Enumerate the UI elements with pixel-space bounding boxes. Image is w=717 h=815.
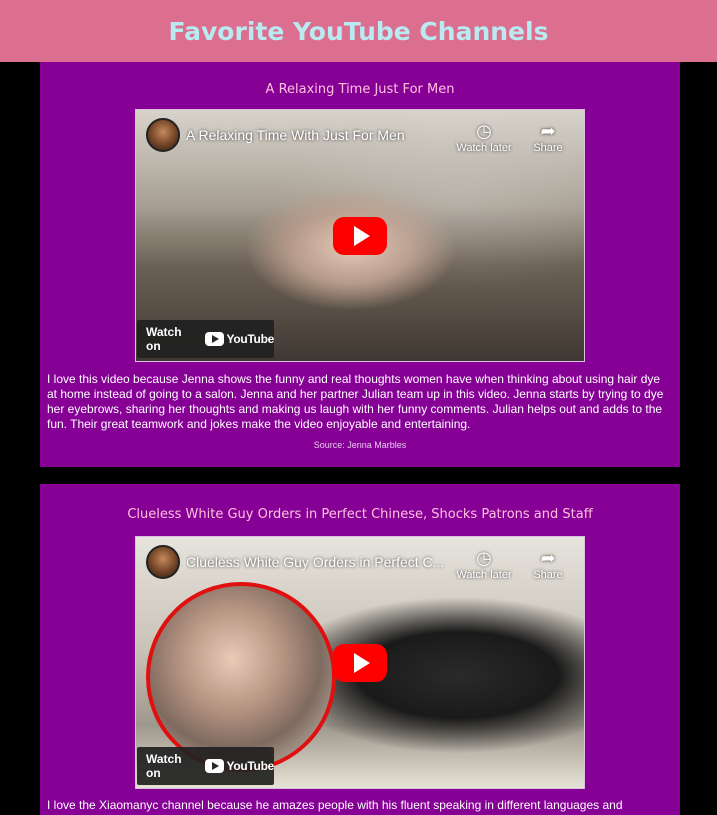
watch-later-button[interactable]: ◷ Watch later <box>453 120 515 154</box>
watch-on-label: Watch on <box>146 752 182 780</box>
share-label: Share <box>533 142 563 154</box>
video-card: A Relaxing Time Just For Men A Relaxing … <box>40 62 680 467</box>
watch-on-youtube-button[interactable]: Watch on YouTube <box>137 320 274 358</box>
play-icon <box>353 226 370 246</box>
share-icon: ➦ <box>540 121 556 141</box>
watch-on-label: Watch on <box>146 325 182 353</box>
video-title-link[interactable]: Clueless White Guy Orders in Perfect C..… <box>186 554 451 570</box>
video-description: I love the Xiaomanyc channel because he … <box>47 798 623 812</box>
video-description: I love this video because Jenna shows th… <box>47 372 664 431</box>
youtube-logo-icon <box>205 332 224 346</box>
share-label: Share <box>533 569 563 581</box>
youtube-logo-icon <box>205 759 224 773</box>
share-button[interactable]: ➦ Share <box>517 547 579 581</box>
page-header: Favorite YouTube Channels <box>0 0 717 62</box>
share-button[interactable]: ➦ Share <box>517 120 579 154</box>
video-card-title: A Relaxing Time Just For Men <box>265 82 455 97</box>
clock-icon: ◷ <box>476 121 492 141</box>
play-button[interactable] <box>333 217 387 255</box>
play-button[interactable] <box>333 644 387 682</box>
channel-avatar[interactable] <box>146 545 180 579</box>
video-source: Source: Jenna Marbles <box>313 440 407 450</box>
video-card-title: Clueless White Guy Orders in Perfect Chi… <box>127 507 593 522</box>
video-player[interactable]: Clueless White Guy Orders in Perfect C..… <box>135 536 585 789</box>
video-player[interactable]: A Relaxing Time With Just For Men ◷ Watc… <box>135 109 585 362</box>
watch-later-label: Watch later <box>456 142 512 154</box>
share-icon: ➦ <box>540 548 556 568</box>
watch-later-label: Watch later <box>456 569 512 581</box>
video-card: Clueless White Guy Orders in Perfect Chi… <box>40 484 680 815</box>
page-title: Favorite YouTube Channels <box>168 16 549 46</box>
watch-later-button[interactable]: ◷ Watch later <box>453 547 515 581</box>
play-icon <box>353 653 370 673</box>
youtube-wordmark: YouTube <box>226 759 275 773</box>
clock-icon: ◷ <box>476 548 492 568</box>
highlight-circle <box>146 582 336 772</box>
channel-avatar[interactable] <box>146 118 180 152</box>
watch-on-youtube-button[interactable]: Watch on YouTube <box>137 747 274 785</box>
video-title-link[interactable]: A Relaxing Time With Just For Men <box>186 127 451 143</box>
youtube-wordmark: YouTube <box>226 332 275 346</box>
